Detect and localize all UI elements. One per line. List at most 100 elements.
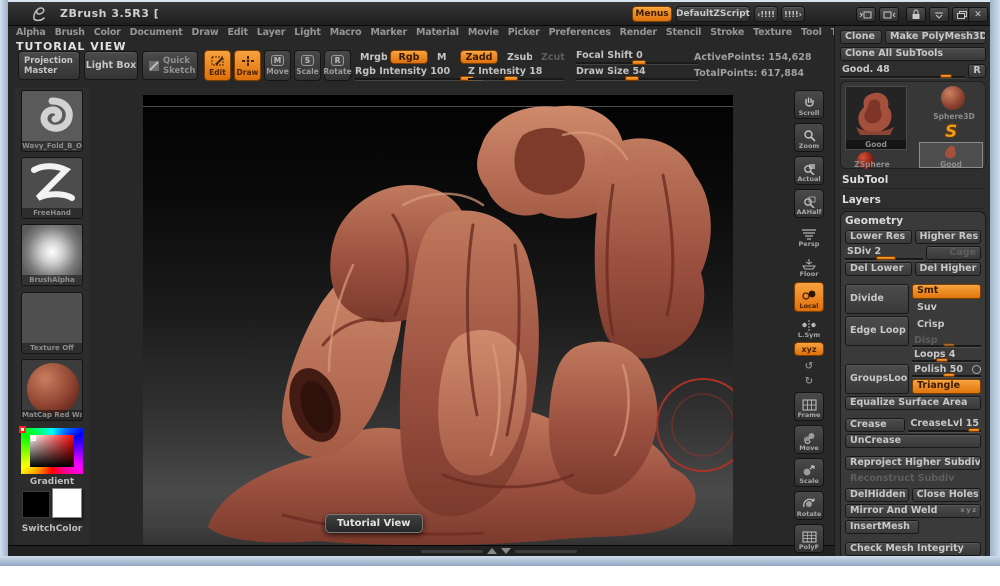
current-tool-thumbnail[interactable]: Good	[845, 86, 907, 150]
polyframe-button[interactable]: PolyF	[794, 524, 824, 553]
color-picker[interactable]	[19, 426, 83, 474]
menu-marker[interactable]: Marker	[370, 27, 407, 39]
texture-thumbnail[interactable]: Texture Off	[21, 292, 83, 354]
slider-handle[interactable]	[967, 428, 980, 432]
slider-handle[interactable]	[876, 256, 897, 260]
z-intensity-slider[interactable]: Z Intensity 18	[468, 66, 564, 81]
local-button[interactable]: Local	[794, 282, 824, 312]
main-color-swatch[interactable]	[22, 491, 50, 518]
minimize-button[interactable]	[929, 7, 949, 22]
menu-material[interactable]: Material	[416, 27, 459, 39]
light-box-button[interactable]: Light Box	[84, 51, 138, 80]
move-3d-button[interactable]: Move	[794, 425, 824, 454]
scale-mode-button[interactable]: S Scale	[294, 50, 321, 81]
menu-alpha[interactable]: Alpha	[16, 27, 46, 39]
crease-button[interactable]: Crease	[845, 418, 906, 432]
slider-handle[interactable]	[504, 76, 519, 81]
menu-edit[interactable]: Edit	[228, 27, 248, 39]
edge-loop-button[interactable]: Edge Loop	[845, 316, 909, 346]
triangle-toggle[interactable]: Triangle	[912, 379, 981, 395]
menu-preferences[interactable]: Preferences	[549, 27, 611, 39]
actual-button[interactable]: Actual	[794, 156, 824, 185]
aahalf-button[interactable]: AAHalf	[794, 189, 824, 218]
smt-toggle[interactable]: Smt	[912, 284, 981, 299]
menu-stroke[interactable]: Stroke	[710, 27, 744, 39]
disp-slider[interactable]: Disp	[912, 335, 981, 348]
document-canvas[interactable]: Tutorial View	[143, 95, 733, 547]
lsym-button[interactable]: L.Sym	[794, 316, 824, 340]
stroke-thumbnail[interactable]: FreeHand	[21, 157, 83, 219]
clone-button[interactable]: Clone	[840, 30, 882, 44]
mrgb-toggle[interactable]: Mrgb	[355, 51, 387, 64]
del-higher-button[interactable]: Del Higher	[914, 262, 981, 276]
secondary-color-swatch[interactable]	[52, 488, 82, 518]
menu-light[interactable]: Light	[294, 27, 321, 39]
active-tool-slider[interactable]: Good. 48	[840, 64, 965, 78]
close-holes-button[interactable]: Close Holes	[911, 488, 981, 502]
close-button[interactable]: ✕	[968, 7, 988, 22]
xyz-button[interactable]: xyz	[794, 342, 824, 356]
sphere3d-thumbnail[interactable]	[941, 86, 965, 110]
menu-movie[interactable]: Movie	[468, 27, 499, 39]
zadd-toggle[interactable]: Zadd	[460, 50, 498, 64]
brush-thumbnail[interactable]: Wavy_Fold_B_O	[21, 90, 83, 152]
layers-palette-header[interactable]: Layers	[842, 194, 984, 209]
lower-res-button[interactable]: Lower Res	[845, 230, 912, 244]
draw-mode-button[interactable]: Draw	[234, 50, 261, 81]
slider-handle[interactable]	[624, 76, 639, 81]
reconstruct-subdiv-button[interactable]: Reconstruct Subdiv	[845, 472, 981, 486]
menu-render[interactable]: Render	[620, 27, 657, 39]
crease-lvl-slider[interactable]: CreaseLvl 15	[908, 418, 981, 432]
menu-texture[interactable]: Texture	[753, 27, 792, 39]
recent-tool-thumbnail[interactable]: Good	[919, 142, 983, 169]
move-mode-button[interactable]: M Move	[264, 50, 291, 81]
crisp-toggle[interactable]: Crisp	[912, 318, 981, 333]
rotate-3d-button[interactable]: Rotate	[794, 491, 824, 520]
menu-layer[interactable]: Layer	[257, 27, 286, 39]
floor-button[interactable]: Floor	[794, 252, 824, 279]
rotate-mode-button[interactable]: R Rotate	[323, 50, 352, 81]
spin-right-button[interactable]: ↻	[794, 375, 824, 388]
focal-shift-slider[interactable]: Focal Shift 0	[576, 50, 698, 65]
tray-expand-icon[interactable]	[487, 548, 497, 554]
menu-document[interactable]: Document	[130, 27, 183, 39]
make-polymesh3d-button[interactable]: Make PolyMesh3D	[885, 30, 986, 44]
zsub-toggle[interactable]: Zsub	[502, 51, 532, 64]
m-toggle[interactable]: M	[432, 51, 450, 64]
spin-left-button[interactable]: ↺	[794, 360, 824, 373]
alpha-thumbnail[interactable]: BrushAlpha	[21, 224, 83, 286]
rgb-toggle[interactable]: Rgb	[390, 50, 428, 64]
zoom-button[interactable]: Zoom	[794, 123, 824, 152]
rgb-intensity-slider[interactable]: Rgb Intensity 100	[355, 66, 483, 81]
draw-size-slider[interactable]: Draw Size 54	[576, 66, 698, 81]
divide-button[interactable]: Divide	[845, 284, 909, 314]
higher-res-button[interactable]: Higher Res	[914, 230, 981, 244]
slider-handle[interactable]	[632, 60, 647, 65]
material-thumbnail[interactable]: MatCap Red Wa	[21, 359, 83, 421]
insert-mesh-button[interactable]: InsertMesh	[845, 520, 919, 534]
reproject-higher-subdiv-button[interactable]: Reproject Higher Subdiv	[845, 456, 981, 470]
check-mesh-integrity-button[interactable]: Check Mesh Integrity	[845, 542, 981, 556]
menu-color[interactable]: Color	[94, 27, 121, 39]
equalize-surface-area-button[interactable]: Equalize Surface Area	[845, 396, 981, 410]
menu-tool[interactable]: Tool	[801, 27, 822, 39]
lock-button[interactable]	[906, 7, 926, 22]
menu-picker[interactable]: Picker	[508, 27, 540, 39]
polish-mode-icon[interactable]	[972, 365, 981, 375]
loops-slider[interactable]: Loops 4	[912, 349, 981, 363]
quick-sketch-button[interactable]: Quick Sketch	[142, 51, 198, 80]
switch-color-label[interactable]: SwitchColor	[14, 524, 90, 534]
geometry-palette-header[interactable]: Geometry	[845, 215, 981, 227]
menu-macro[interactable]: Macro	[330, 27, 362, 39]
default-zscript-button[interactable]: DefaultZScript	[676, 6, 750, 22]
sdiv-slider[interactable]: SDiv 2	[845, 246, 923, 260]
frame-button[interactable]: Frame	[794, 392, 824, 421]
uncrease-button[interactable]: UnCrease	[845, 434, 981, 448]
slider-handle[interactable]	[940, 74, 952, 78]
polish-slider[interactable]: Polish 50	[912, 364, 981, 378]
menu-stencil[interactable]: Stencil	[666, 27, 702, 39]
mirror-and-weld-button[interactable]: Mirror And Weld x y z	[845, 504, 981, 518]
color-picker-square[interactable]	[30, 435, 74, 467]
subtool-palette-header[interactable]: SubTool	[842, 174, 984, 189]
prev-document-button[interactable]	[856, 7, 876, 22]
